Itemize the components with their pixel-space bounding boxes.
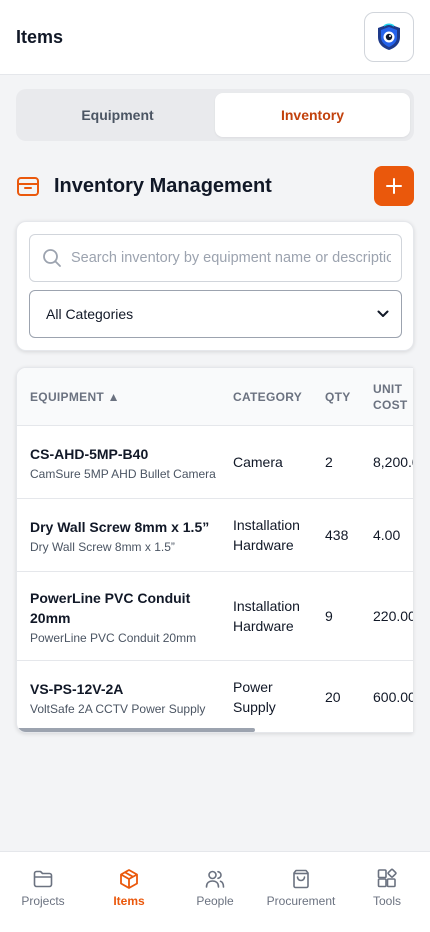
search-icon (43, 249, 61, 267)
unit-cost-cell: 8,200.00 (373, 454, 413, 470)
table-header: EQUIPMENT ▲ CATEGORY QTY UNIT COST (17, 368, 413, 426)
equipment-description: CamSure 5MP AHD Bullet Camera (30, 467, 216, 481)
segmented-tabs: Equipment Inventory (16, 89, 414, 141)
plus-icon (386, 178, 402, 194)
equipment-description: PowerLine PVC Conduit 20mm (30, 631, 197, 645)
nav-label: Procurement (266, 894, 336, 908)
section-title: Inventory Management (54, 174, 272, 197)
search-box (29, 234, 402, 282)
horizontal-scrollbar[interactable] (17, 728, 255, 732)
equipment-description: Dry Wall Screw 8mm x 1.5” (30, 540, 175, 554)
nav-label: People (196, 894, 234, 908)
tab-equipment[interactable]: Equipment (20, 93, 215, 137)
section-header: Inventory Management (16, 166, 414, 206)
category-cell: Camera (233, 454, 283, 470)
nav-item-procurement[interactable]: Procurement (258, 868, 344, 908)
qty-cell: 20 (325, 689, 341, 705)
nav-item-tools[interactable]: Tools (344, 868, 430, 908)
nav-label: Items (113, 894, 145, 908)
nav-item-projects[interactable]: Projects (0, 868, 86, 908)
nav-label: Tools (372, 894, 401, 908)
column-header-equipment[interactable]: EQUIPMENT ▲ (30, 389, 120, 405)
app-logo-button[interactable] (364, 12, 414, 62)
unit-cost-cell: 600.00 (373, 689, 413, 705)
nav-item-items[interactable]: Items (86, 868, 172, 908)
nav-item-people[interactable]: People (172, 868, 258, 908)
equipment-name: PowerLine PVC Conduit 20mm (30, 590, 191, 626)
chevron-down-icon (377, 310, 389, 317)
box-icon (120, 869, 138, 889)
equipment-name: VS-PS-12V-2A (30, 681, 124, 697)
equipment-name: CS-AHD-5MP-B40 (30, 446, 149, 462)
people-icon (205, 870, 225, 888)
table-row[interactable]: VS-PS-12V-2A VoltSafe 2A CCTV Power Supp… (17, 661, 413, 732)
tools-icon (377, 868, 397, 888)
category-select[interactable]: All Categories (29, 290, 402, 338)
category-select-value: All Categories (46, 306, 134, 322)
equipment-name: Dry Wall Screw 8mm x 1.5” (30, 519, 210, 535)
nav-label: Projects (21, 894, 65, 908)
app-header: Items (0, 0, 430, 75)
page-title: Items (16, 26, 64, 47)
table-row[interactable]: Dry Wall Screw 8mm x 1.5” Dry Wall Screw… (17, 499, 413, 572)
shopping-bag-icon (293, 869, 309, 889)
column-header-category[interactable]: CATEGORY (233, 389, 302, 405)
category-cell: Installation Hardware (233, 517, 300, 553)
column-header-unit-cost[interactable]: UNIT COST (373, 381, 413, 413)
search-input[interactable] (71, 250, 391, 266)
category-cell: Power Supply (233, 679, 276, 715)
unit-cost-cell: 4.00 (373, 527, 401, 543)
tab-inventory[interactable]: Inventory (215, 93, 410, 137)
inventory-table: EQUIPMENT ▲ CATEGORY QTY UNIT COST CS-AH… (16, 367, 413, 733)
unit-cost-cell: 220.00 (373, 608, 413, 624)
bottom-nav: Projects Items People Procurement Tools (0, 851, 430, 932)
table-row[interactable]: CS-AHD-5MP-B40 CamSure 5MP AHD Bullet Ca… (17, 426, 413, 499)
table-row[interactable]: PowerLine PVC Conduit 20mm PowerLine PVC… (17, 572, 413, 661)
equipment-description: VoltSafe 2A CCTV Power Supply (30, 702, 206, 716)
qty-cell: 438 (325, 527, 349, 543)
package-icon (17, 177, 39, 196)
folder-icon (33, 870, 53, 888)
filter-card: All Categories (16, 221, 414, 351)
column-header-qty[interactable]: QTY (325, 389, 351, 405)
add-item-button[interactable] (374, 166, 414, 206)
shield-eye-logo-icon (378, 23, 400, 50)
category-cell: Installation Hardware (233, 598, 300, 634)
qty-cell: 2 (325, 454, 333, 470)
qty-cell: 9 (325, 608, 333, 624)
